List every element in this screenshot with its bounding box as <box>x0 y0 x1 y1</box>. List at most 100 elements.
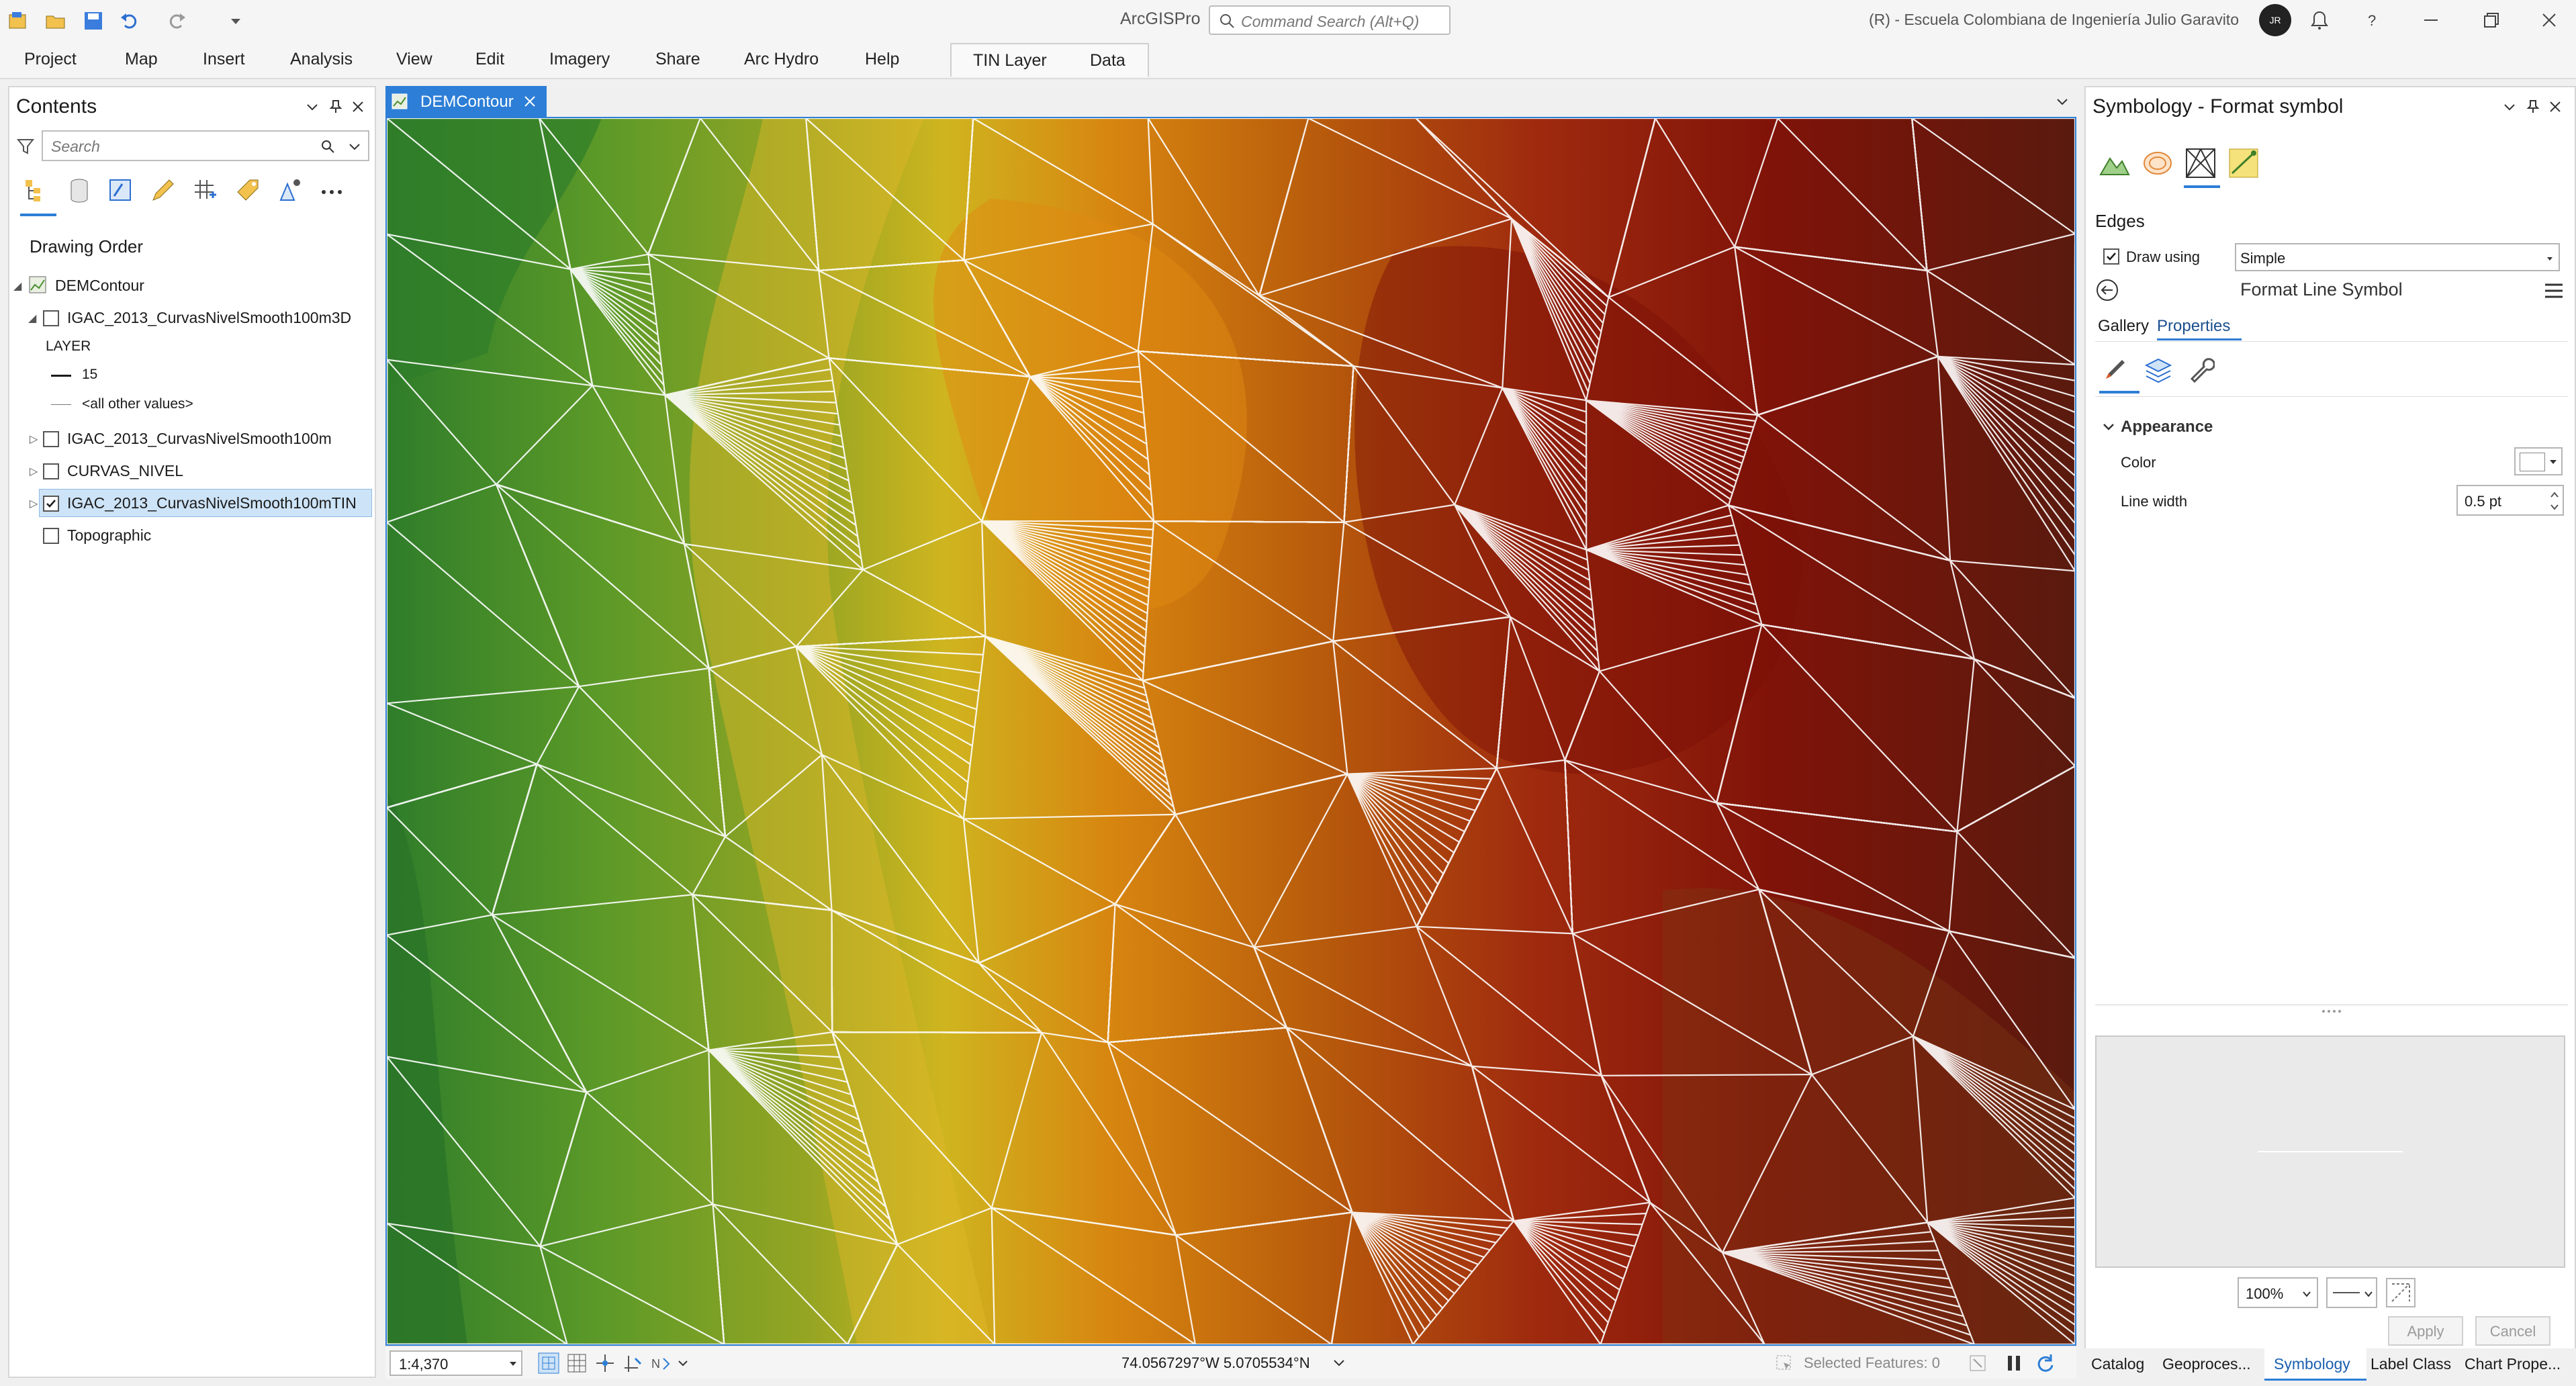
command-search-input[interactable]: Command Search (Alt+Q) <box>1209 5 1451 35</box>
close-icon[interactable] <box>351 99 365 114</box>
brush-icon[interactable] <box>2102 356 2129 383</box>
new-project-icon[interactable] <box>7 9 30 32</box>
tab-project[interactable]: Project <box>24 50 77 69</box>
layer-item[interactable]: Topographic <box>67 526 151 545</box>
tab-label-class[interactable]: Label Class <box>2371 1355 2451 1373</box>
layer-visibility-checkbox[interactable] <box>43 431 59 447</box>
constraint-icon[interactable] <box>622 1352 645 1375</box>
tab-map[interactable]: Map <box>125 50 158 69</box>
chevron-down-icon[interactable] <box>2055 94 2070 109</box>
chevron-down-icon[interactable] <box>1332 1356 1346 1369</box>
chevron-down-icon[interactable] <box>677 1357 689 1369</box>
list-by-data-source-icon[interactable] <box>64 176 94 205</box>
nodes-symbology-icon[interactable] <box>2227 146 2260 180</box>
map-node-label[interactable]: DEMContour <box>55 277 144 295</box>
line-width-input[interactable]: 0.5 pt <box>2456 485 2564 516</box>
list-by-editing-icon[interactable] <box>148 176 177 205</box>
list-by-labeling-icon[interactable] <box>234 176 263 205</box>
expand-icon[interactable]: ▷ <box>30 497 38 510</box>
customize-toolbar-icon[interactable] <box>224 9 247 32</box>
navigation-icon[interactable]: N <box>650 1352 673 1375</box>
tab-imagery[interactable]: Imagery <box>549 50 610 69</box>
notifications-icon[interactable] <box>2306 7 2333 34</box>
pin-icon[interactable] <box>2525 98 2541 114</box>
list-by-snapping-icon[interactable] <box>191 176 220 205</box>
edges-symbology-icon[interactable] <box>2184 146 2217 180</box>
contours-symbology-icon[interactable] <box>2141 146 2174 180</box>
menu-icon[interactable] <box>2544 282 2564 299</box>
refresh-icon[interactable] <box>2033 1352 2056 1375</box>
close-icon[interactable] <box>2548 99 2563 114</box>
tab-catalog[interactable]: Catalog <box>2091 1355 2144 1373</box>
list-by-perspective-imagery-icon[interactable] <box>275 176 305 205</box>
list-by-selection-icon[interactable] <box>106 176 136 205</box>
preview-grid-toggle-icon[interactable] <box>2385 1277 2416 1308</box>
filter-icon[interactable] <box>16 137 35 156</box>
help-icon[interactable]: ? <box>2358 7 2385 34</box>
tab-insert[interactable]: Insert <box>203 50 245 69</box>
scale-selector[interactable]: 1:4,370 <box>389 1350 522 1376</box>
fixed-zoom-icon[interactable] <box>537 1352 560 1375</box>
splitter-grip-icon[interactable] <box>2318 1007 2345 1015</box>
expand-icon[interactable]: ◢ <box>13 279 21 293</box>
layer-item[interactable]: IGAC_2013_CurvasNivelSmooth100m3D <box>67 309 351 327</box>
layer-visibility-checkbox[interactable] <box>43 310 59 326</box>
apply-button[interactable]: Apply <box>2388 1316 2463 1346</box>
spinner-icon[interactable] <box>2549 489 2560 513</box>
save-project-icon[interactable] <box>82 9 105 32</box>
layer-item-selected[interactable]: IGAC_2013_CurvasNivelSmooth100mTIN <box>67 494 357 512</box>
preview-background-selector[interactable] <box>2326 1277 2377 1308</box>
minimize-icon[interactable] <box>2418 7 2444 34</box>
layer-visibility-checkbox-checked[interactable] <box>43 496 59 512</box>
chevron-down-icon[interactable] <box>2502 99 2517 114</box>
undo-icon[interactable] <box>118 9 141 32</box>
contents-search-input[interactable]: Search <box>42 130 369 161</box>
chevron-down-icon[interactable] <box>2102 420 2115 434</box>
preview-zoom-selector[interactable]: 100% <box>2238 1277 2318 1308</box>
color-picker[interactable] <box>2514 447 2563 475</box>
grid-icon[interactable] <box>565 1352 588 1375</box>
tab-symbology[interactable]: Symbology <box>2274 1355 2350 1373</box>
chevron-down-icon[interactable] <box>348 140 361 153</box>
expand-icon[interactable]: ▷ <box>30 432 38 446</box>
tin-surface-map[interactable] <box>387 118 2075 1344</box>
collapse-icon[interactable]: ◢ <box>28 312 36 325</box>
clear-selection-icon[interactable] <box>1968 1353 1988 1373</box>
tab-tin-layer[interactable]: TIN Layer <box>973 51 1047 71</box>
close-icon[interactable] <box>522 94 537 109</box>
tab-help[interactable]: Help <box>865 50 899 69</box>
restore-icon[interactable] <box>2478 7 2505 34</box>
redo-icon[interactable] <box>165 9 188 32</box>
pin-icon[interactable] <box>328 98 344 114</box>
tab-arc-hydro[interactable]: Arc Hydro <box>744 50 819 69</box>
tab-properties[interactable]: Properties <box>2157 317 2230 336</box>
layer-item[interactable]: CURVAS_NIVEL <box>67 462 183 480</box>
draw-using-checkbox[interactable] <box>2103 248 2119 265</box>
tab-view[interactable]: View <box>396 50 432 69</box>
tab-data[interactable]: Data <box>1090 51 1125 71</box>
avatar[interactable]: JR <box>2259 4 2291 36</box>
chevron-down-icon[interactable] <box>305 99 320 114</box>
cancel-button[interactable]: Cancel <box>2475 1316 2550 1346</box>
tab-edit[interactable]: Edit <box>475 50 504 69</box>
pause-drawing-icon[interactable] <box>2003 1352 2025 1375</box>
open-project-icon[interactable] <box>44 9 67 32</box>
tab-share[interactable]: Share <box>655 50 700 69</box>
wrench-icon[interactable] <box>2188 356 2215 383</box>
tab-gallery[interactable]: Gallery <box>2098 317 2149 336</box>
layer-visibility-checkbox[interactable] <box>43 528 59 544</box>
layer-visibility-checkbox[interactable] <box>43 463 59 479</box>
map-view-tab[interactable]: DEMContour <box>385 86 547 117</box>
close-window-icon[interactable] <box>2536 7 2563 34</box>
tab-analysis[interactable]: Analysis <box>290 50 353 69</box>
back-arrow-icon[interactable] <box>2095 278 2119 302</box>
layer-item[interactable]: IGAC_2013_CurvasNivelSmooth100m <box>67 430 332 448</box>
draw-using-dropdown[interactable]: Simple <box>2235 243 2560 271</box>
more-options-icon[interactable] <box>317 176 347 205</box>
expand-icon[interactable]: ▷ <box>30 465 38 478</box>
layers-icon[interactable] <box>2144 356 2173 385</box>
list-by-drawing-order-icon[interactable] <box>21 176 51 205</box>
surface-symbology-icon[interactable] <box>2098 146 2131 180</box>
snapping-icon[interactable] <box>594 1352 616 1375</box>
tab-geoprocessing[interactable]: Geoproces... <box>2162 1355 2251 1373</box>
